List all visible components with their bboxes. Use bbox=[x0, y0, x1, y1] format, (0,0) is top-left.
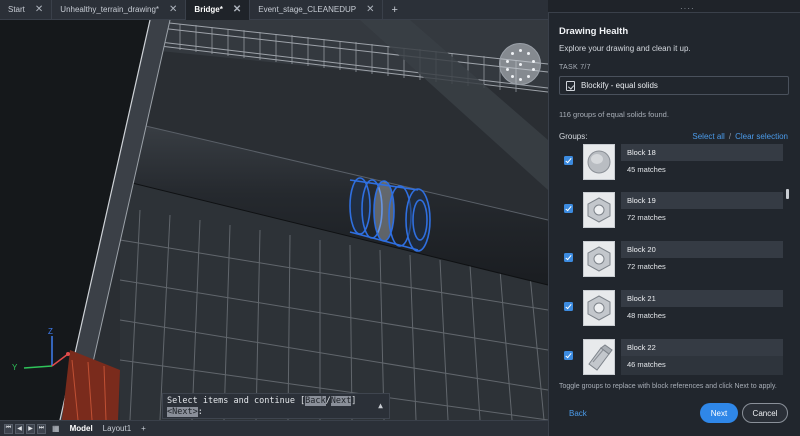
clipboard-check-icon bbox=[566, 80, 575, 91]
option-next[interactable]: Next bbox=[330, 396, 352, 406]
option-default-next[interactable]: <Next> bbox=[167, 407, 198, 417]
group-checkbox[interactable] bbox=[564, 156, 573, 165]
group-name: Block 20 bbox=[621, 241, 783, 258]
prev-layout-button[interactable]: ◀ bbox=[15, 423, 24, 434]
tab-unhealthy-terrain[interactable]: Unhealthy_terrain_drawing* ✕ bbox=[52, 0, 187, 20]
last-layout-button[interactable]: ⏭ bbox=[37, 423, 46, 434]
group-matches: 72 matches bbox=[627, 213, 666, 222]
group-checkbox[interactable] bbox=[564, 204, 573, 213]
clear-selection-link[interactable]: Clear selection bbox=[735, 132, 788, 141]
back-button[interactable]: Back bbox=[569, 409, 587, 418]
caret-up-icon[interactable]: ▲ bbox=[378, 400, 383, 411]
cancel-button[interactable]: Cancel bbox=[742, 403, 788, 423]
list-item[interactable]: Block 21 48 matches bbox=[557, 290, 787, 333]
bridge-model-render: Z Y bbox=[0, 20, 548, 420]
group-checkbox[interactable] bbox=[564, 351, 573, 360]
groups-scrollbar[interactable] bbox=[786, 158, 789, 393]
command-prompt-line1: Select items and continue [Back/Next] bbox=[167, 396, 357, 406]
tab-label: Bridge* bbox=[194, 5, 223, 14]
link-separator: / bbox=[728, 132, 732, 141]
option-back[interactable]: Back bbox=[305, 396, 326, 406]
groups-label: Groups: bbox=[559, 132, 588, 141]
group-info: Block 19 72 matches bbox=[621, 192, 783, 228]
scrollbar-thumb[interactable] bbox=[786, 189, 789, 199]
group-info: Block 20 72 matches bbox=[621, 241, 783, 277]
command-line[interactable]: Select items and continue [Back/Next] <N… bbox=[162, 393, 390, 419]
tab-layout1[interactable]: Layout1 bbox=[99, 424, 135, 433]
group-matches: 45 matches bbox=[627, 165, 666, 174]
close-icon[interactable]: ✕ bbox=[233, 4, 241, 15]
help-text: Toggle groups to replace with block refe… bbox=[559, 383, 777, 390]
group-info: Block 22 46 matches bbox=[621, 339, 783, 375]
task-name: Blockify - equal solids bbox=[581, 81, 658, 90]
drawing-health-panel: Drawing Health Explore your drawing and … bbox=[548, 12, 800, 436]
group-checkbox[interactable] bbox=[564, 302, 573, 311]
list-item[interactable]: Block 19 72 matches bbox=[557, 192, 787, 235]
select-all-link[interactable]: Select all bbox=[692, 132, 724, 141]
task-field: Blockify - equal solids bbox=[559, 76, 789, 95]
tab-label: Unhealthy_terrain_drawing* bbox=[60, 5, 160, 14]
tab-event-stage[interactable]: Event_stage_CLEANEDUP ✕ bbox=[250, 0, 384, 20]
tab-bridge[interactable]: Bridge* ✕ bbox=[186, 0, 251, 20]
group-name: Block 18 bbox=[621, 144, 783, 161]
groups-list[interactable]: Block 18 45 matches Block 19 72 matches … bbox=[557, 144, 787, 387]
block-thumbnail bbox=[583, 192, 615, 228]
tab-label: Event_stage_CLEANEDUP bbox=[258, 5, 357, 14]
selection-links: Select all / Clear selection bbox=[692, 132, 788, 141]
next-layout-button[interactable]: ▶ bbox=[26, 423, 35, 434]
block-thumbnail bbox=[583, 144, 615, 180]
groups-found-text: 116 groups of equal solids found. bbox=[559, 110, 669, 119]
group-name: Block 19 bbox=[621, 192, 783, 209]
drawing-viewport[interactable]: Z Y bbox=[0, 20, 548, 420]
axis-y-label: Y bbox=[12, 363, 18, 372]
group-name: Block 22 bbox=[621, 339, 783, 356]
layout-tab-bar: ⏮ ◀ ▶ ⏭ ▦ Model Layout1 + bbox=[0, 420, 548, 436]
close-icon[interactable]: ✕ bbox=[35, 4, 43, 15]
navigation-wheel[interactable] bbox=[499, 43, 541, 85]
group-matches: 72 matches bbox=[627, 262, 666, 271]
block-thumbnail bbox=[583, 290, 615, 326]
group-matches: 46 matches bbox=[627, 360, 666, 369]
command-prompt-line2: <Next>: bbox=[167, 407, 203, 417]
group-name: Block 21 bbox=[621, 290, 783, 307]
layout-grid-icon[interactable]: ▦ bbox=[48, 424, 64, 433]
group-matches: 48 matches bbox=[627, 311, 666, 320]
next-button[interactable]: Next bbox=[700, 403, 738, 423]
close-icon[interactable]: ✕ bbox=[169, 4, 177, 15]
first-layout-button[interactable]: ⏮ bbox=[4, 423, 13, 434]
block-thumbnail bbox=[583, 339, 615, 375]
add-tab-button[interactable]: + bbox=[383, 4, 405, 16]
axis-z-label: Z bbox=[48, 327, 53, 336]
task-counter: TASK 7/7 bbox=[559, 64, 591, 71]
list-item[interactable]: Block 20 72 matches bbox=[557, 241, 787, 284]
group-checkbox[interactable] bbox=[564, 253, 573, 262]
panel-title: Drawing Health bbox=[559, 26, 629, 37]
panel-subtitle: Explore your drawing and clean it up. bbox=[559, 44, 691, 53]
add-layout-button[interactable]: + bbox=[137, 424, 150, 433]
close-icon[interactable]: ✕ bbox=[366, 4, 374, 15]
list-item[interactable]: Block 18 45 matches bbox=[557, 144, 787, 187]
block-thumbnail bbox=[583, 241, 615, 277]
group-info: Block 21 48 matches bbox=[621, 290, 783, 326]
list-item[interactable]: Block 22 46 matches bbox=[557, 339, 787, 382]
group-info: Block 18 45 matches bbox=[621, 144, 783, 180]
tab-label: Start bbox=[8, 5, 25, 14]
tab-start[interactable]: Start ✕ bbox=[0, 0, 53, 20]
document-tab-bar: Start ✕ Unhealthy_terrain_drawing* ✕ Bri… bbox=[0, 0, 548, 20]
tab-model[interactable]: Model bbox=[66, 424, 97, 433]
